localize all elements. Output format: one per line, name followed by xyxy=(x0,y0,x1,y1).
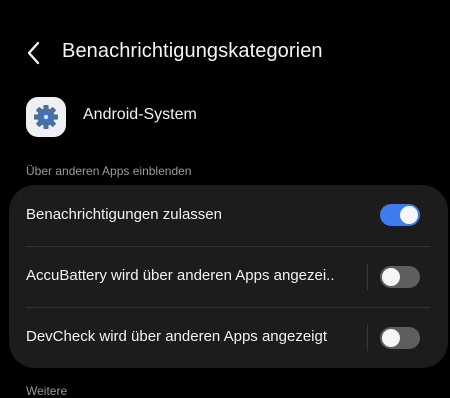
toggle-knob xyxy=(382,329,400,347)
chevron-left-icon xyxy=(22,41,50,72)
vertical-separator xyxy=(367,325,368,351)
toggle-switch-allow-notifications[interactable] xyxy=(380,204,420,226)
toggle-switch-accubattery[interactable] xyxy=(380,266,420,288)
section-header-more: Weitere xyxy=(26,384,68,398)
vertical-separator xyxy=(367,264,368,290)
section-header: Über anderen Apps einblenden xyxy=(26,164,192,178)
setting-label: DevCheck wird über anderen Apps angezeig… xyxy=(26,328,328,345)
toggle-knob xyxy=(382,268,400,286)
back-button[interactable] xyxy=(22,38,50,68)
setting-row-accubattery[interactable]: AccuBattery wird über anderen Apps angez… xyxy=(9,246,448,307)
setting-row-allow-notifications[interactable]: Benachrichtigungen zulassen xyxy=(9,185,448,246)
page-title: Benachrichtigungskategorien xyxy=(62,40,323,62)
toggle-knob xyxy=(400,206,418,224)
setting-row-devcheck[interactable]: DevCheck wird über anderen Apps angezeig… xyxy=(9,307,448,368)
setting-label: AccuBattery wird über anderen Apps angez… xyxy=(26,267,335,284)
settings-card: Benachrichtigungen zulassen AccuBattery … xyxy=(9,185,448,368)
toggle-switch-devcheck[interactable] xyxy=(380,327,420,349)
top-bar: Benachrichtigungskategorien xyxy=(0,30,450,76)
android-system-app-icon xyxy=(26,97,66,137)
setting-label: Benachrichtigungen zulassen xyxy=(26,206,222,223)
app-name: Android-System xyxy=(83,106,197,123)
app-info-row: Android-System xyxy=(26,97,426,141)
